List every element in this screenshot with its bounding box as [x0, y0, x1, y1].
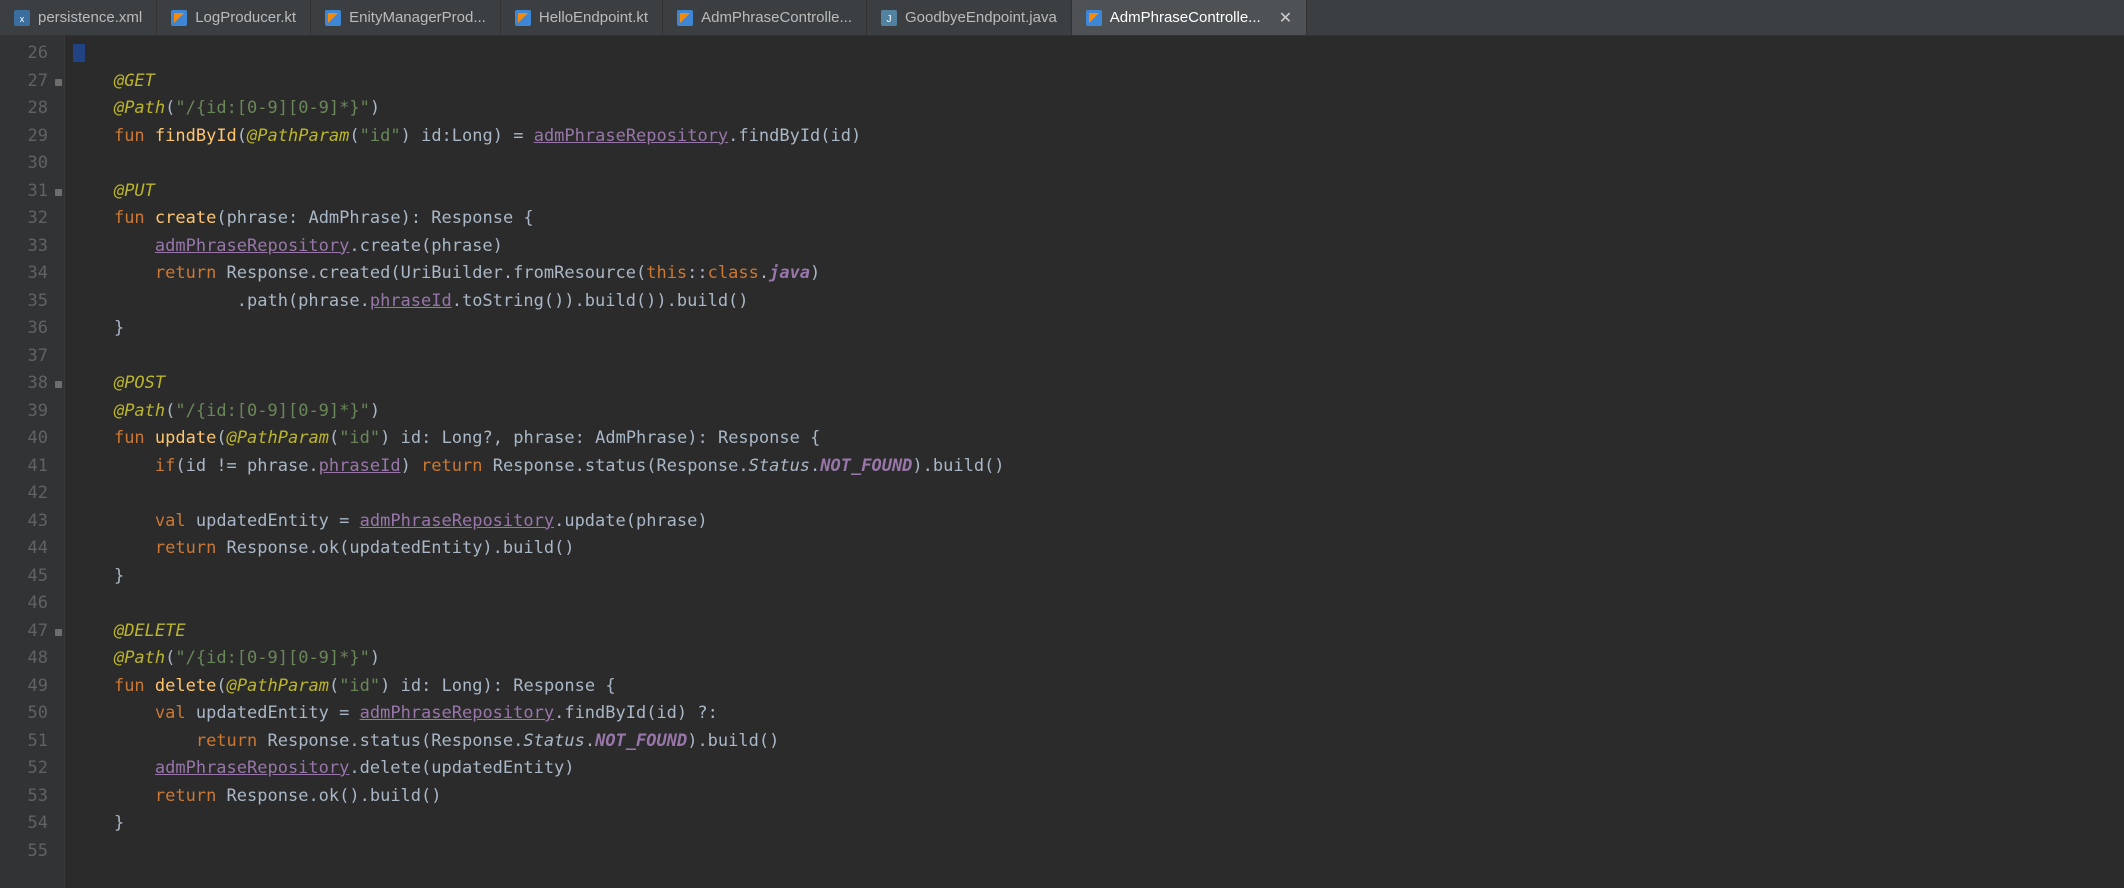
line-number: 49 [0, 673, 64, 701]
line-number: 46 [0, 590, 64, 618]
code-line: @PUT [73, 178, 2124, 206]
code-line: } [73, 810, 2124, 838]
line-number: 38 [0, 370, 64, 398]
code-line [73, 838, 2124, 866]
code-line: admPhraseRepository.create(phrase) [73, 233, 2124, 261]
code-line: fun delete(@PathParam("id") id: Long): R… [73, 673, 2124, 701]
line-number: 37 [0, 343, 64, 371]
line-number: 31 [0, 178, 64, 206]
svg-text:x: x [20, 14, 25, 24]
line-number: 51 [0, 728, 64, 756]
code-line: } [73, 315, 2124, 343]
code-line: val updatedEntity = admPhraseRepository.… [73, 508, 2124, 536]
editor-tabs: x persistence.xml LogProducer.kt EnityMa… [0, 0, 2124, 36]
line-number: 40 [0, 425, 64, 453]
line-number: 47 [0, 618, 64, 646]
code-line: @POST [73, 370, 2124, 398]
line-number: 30 [0, 150, 64, 178]
line-number: 35 [0, 288, 64, 316]
line-number: 34 [0, 260, 64, 288]
code-line [73, 480, 2124, 508]
tab-helloendpoint[interactable]: HelloEndpoint.kt [501, 0, 663, 35]
tab-admphrase-2[interactable]: AdmPhraseControlle... ✕ [1072, 0, 1307, 35]
code-line: @Path("/{id:[0-9][0-9]*}") [73, 95, 2124, 123]
line-number: 48 [0, 645, 64, 673]
kotlin-file-icon [325, 10, 341, 26]
tab-label: GoodbyeEndpoint.java [905, 9, 1057, 26]
code-line: fun findById(@PathParam("id") id:Long) =… [73, 123, 2124, 151]
code-line [73, 590, 2124, 618]
line-number: 54 [0, 810, 64, 838]
code-line: } [73, 563, 2124, 591]
code-line: if(id != phrase.phraseId) return Respons… [73, 453, 2124, 481]
tab-label: persistence.xml [38, 9, 142, 26]
line-number: 52 [0, 755, 64, 783]
tab-entitymanager[interactable]: EnityManagerProd... [311, 0, 501, 35]
line-number: 45 [0, 563, 64, 591]
line-number: 39 [0, 398, 64, 426]
tab-label: HelloEndpoint.kt [539, 9, 648, 26]
kotlin-file-icon [515, 10, 531, 26]
tab-goodbyeendpoint[interactable]: J GoodbyeEndpoint.java [867, 0, 1072, 35]
code-line [73, 150, 2124, 178]
tab-label: AdmPhraseControlle... [701, 9, 852, 26]
kotlin-file-icon [1086, 10, 1102, 26]
line-number: 32 [0, 205, 64, 233]
line-number: 43 [0, 508, 64, 536]
code-line: @DELETE [73, 618, 2124, 646]
code-line: return Response.ok().build() [73, 783, 2124, 811]
code-line: val updatedEntity = admPhraseRepository.… [73, 700, 2124, 728]
tab-logproducer[interactable]: LogProducer.kt [157, 0, 311, 35]
code-line: .path(phrase.phraseId.toString()).build(… [73, 288, 2124, 316]
code-line: fun update(@PathParam("id") id: Long?, p… [73, 425, 2124, 453]
code-line: admPhraseRepository.delete(updatedEntity… [73, 755, 2124, 783]
line-number: 41 [0, 453, 64, 481]
code-line: fun create(phrase: AdmPhrase): Response … [73, 205, 2124, 233]
line-number: 55 [0, 838, 64, 866]
line-number: 53 [0, 783, 64, 811]
line-number: 44 [0, 535, 64, 563]
svg-text:J: J [887, 14, 892, 25]
code-line: return Response.created(UriBuilder.fromR… [73, 260, 2124, 288]
tab-admphrase-1[interactable]: AdmPhraseControlle... [663, 0, 867, 35]
tab-label: LogProducer.kt [195, 9, 296, 26]
line-gutter: 26 27 28 29 30 31 32 33 34 35 36 37 38 3… [0, 36, 65, 888]
line-number: 42 [0, 480, 64, 508]
code-line: @Path("/{id:[0-9][0-9]*}") [73, 398, 2124, 426]
line-number: 29 [0, 123, 64, 151]
code-line: @Path("/{id:[0-9][0-9]*}") [73, 645, 2124, 673]
code-line: @GET [73, 68, 2124, 96]
tab-label: EnityManagerProd... [349, 9, 486, 26]
tab-persistence-xml[interactable]: x persistence.xml [0, 0, 157, 35]
xml-file-icon: x [14, 10, 30, 26]
code-line [73, 40, 2124, 68]
code-line: return Response.ok(updatedEntity).build(… [73, 535, 2124, 563]
line-number: 26 [0, 40, 64, 68]
code-area[interactable]: @GET @Path("/{id:[0-9][0-9]*}") fun find… [65, 36, 2124, 888]
code-editor[interactable]: 26 27 28 29 30 31 32 33 34 35 36 37 38 3… [0, 36, 2124, 888]
kotlin-file-icon [677, 10, 693, 26]
line-number: 50 [0, 700, 64, 728]
kotlin-file-icon [171, 10, 187, 26]
line-number: 28 [0, 95, 64, 123]
code-line: return Response.status(Response.Status.N… [73, 728, 2124, 756]
java-file-icon: J [881, 10, 897, 26]
code-line [73, 343, 2124, 371]
line-number: 36 [0, 315, 64, 343]
tab-label: AdmPhraseControlle... [1110, 9, 1261, 26]
line-number: 27 [0, 68, 64, 96]
close-icon[interactable]: ✕ [1279, 8, 1292, 28]
line-number: 33 [0, 233, 64, 261]
